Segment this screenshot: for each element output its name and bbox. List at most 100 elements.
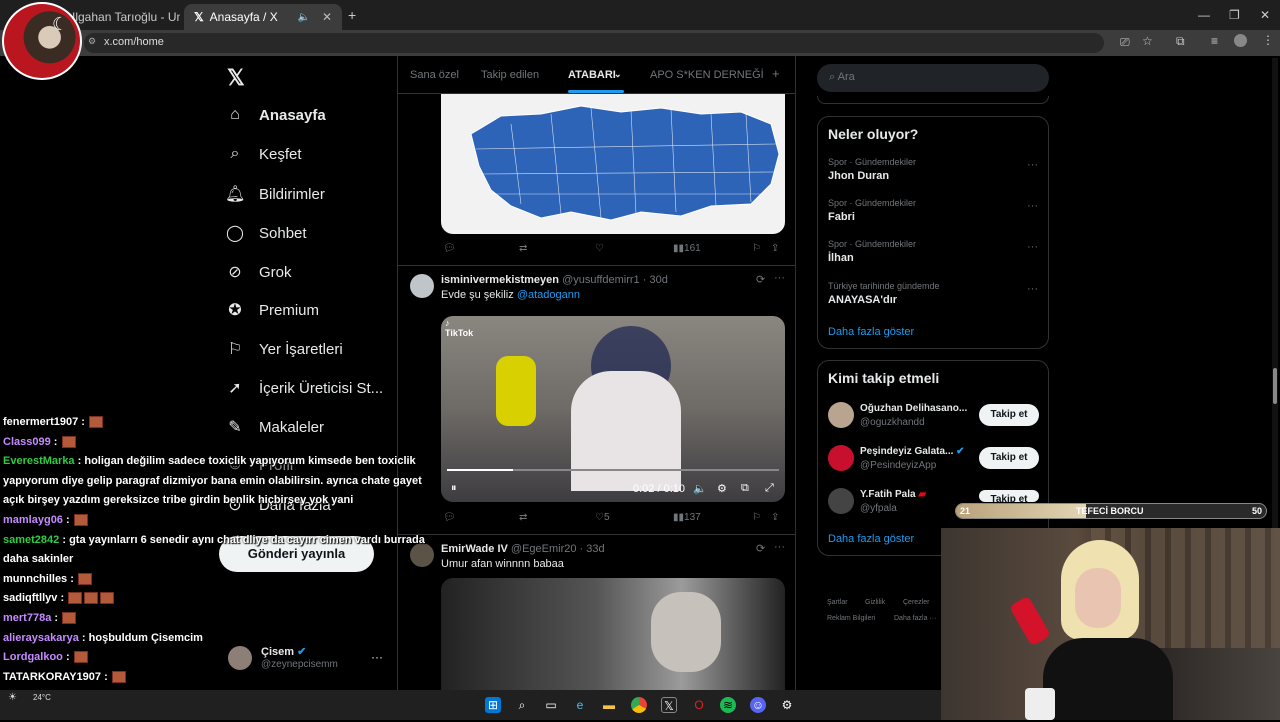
chevron-down-icon[interactable]: ⌄ [614,69,622,80]
discord-icon[interactable]: ☺ [750,697,766,713]
site-info-icon[interactable]: ⚙ [88,36,96,47]
profile-avatar-icon[interactable] [1234,34,1247,47]
follow-name[interactable]: Oğuzhan Delihasano... [860,403,967,414]
settings-icon[interactable]: ⚙ [717,482,727,495]
show-more-link[interactable]: Daha fazla göster [828,326,914,338]
like-icon[interactable]: ♡ 5 [595,512,610,523]
grok-icon[interactable]: ⟳ [756,542,765,555]
footer-ads[interactable]: Reklam Bilgileri [827,615,875,622]
nav-grok[interactable]: ⊘ Grok [225,262,291,282]
fullscreen-icon[interactable]: ⤢ [765,482,774,495]
browser-tab-x[interactable]: 𝕏 Anasayfa / X 🔈 ✕ [184,4,342,30]
chat-username[interactable]: alieraysakarya [3,632,79,644]
nav-explore[interactable]: ⌕ Keşfet [225,145,302,163]
chat-username[interactable]: samet2842 [3,534,59,546]
nav-home[interactable]: ⌂ Anasayfa [225,106,326,124]
tab-for-you[interactable]: Sana özel [410,69,459,81]
more-icon[interactable]: ··· [774,541,785,553]
mention-link[interactable]: @atadogann [517,289,580,301]
bookmark-icon[interactable]: ⚐ [752,512,761,523]
edge-icon[interactable]: e [572,697,588,713]
tab-atabari[interactable]: ATABARI [568,69,616,81]
chat-username[interactable]: fenermert1907 [3,416,78,428]
reply-icon[interactable]: 💬︎ [443,512,456,523]
start-icon[interactable]: ⊞ [485,697,501,713]
chat-username[interactable]: EverestMarka [3,455,75,467]
avatar[interactable] [828,445,854,471]
star-icon[interactable]: ☆ [1142,34,1153,48]
post-author[interactable]: EmirWade IV @EgeEmir20 · 33d [441,543,605,555]
avatar[interactable] [828,488,854,514]
footer-more[interactable]: Daha fazla ··· [894,615,936,622]
chat-username[interactable]: munnchilles [3,573,67,585]
chat-username[interactable]: sadiqftllyv [3,592,57,604]
views-icon[interactable]: ▮▮ 161 [673,243,701,254]
chat-username[interactable]: TATARKORAY1907 [3,671,101,683]
footer-cookies[interactable]: Çerezler [903,599,929,606]
spotify-icon[interactable]: ≋ [720,697,736,713]
video-progress-track[interactable] [447,469,779,471]
video-thumbnail[interactable] [441,578,785,696]
minimize-icon[interactable]: — [1198,8,1210,22]
more-icon[interactable]: ··· [774,272,785,284]
chat-username[interactable]: mert778a [3,612,51,624]
nav-articles[interactable]: ✎ Makaleler [225,417,324,437]
grok-icon[interactable]: ⟳ [756,273,765,286]
browser-tab-youtube[interactable]: Ilgahan Tarıoğlu - Unutm ✕ [62,4,180,30]
window-close-icon[interactable]: ✕ [1260,8,1270,22]
more-icon[interactable]: ··· [1027,283,1038,295]
x-logo-icon[interactable]: 𝕏 [227,65,245,91]
menu-icon[interactable]: ⋮ [1262,33,1274,47]
retweet-icon[interactable]: ⇄ [519,243,527,254]
follow-name-row[interactable]: Y.Fatih Pala ▰ [860,489,926,500]
views-icon[interactable]: ▮▮ 137 [673,512,701,523]
chat-username[interactable]: Lordgalkoo [3,651,63,663]
pip-icon[interactable]: ⧉ [741,482,749,495]
show-more-link[interactable]: Daha fazla göster [828,533,914,545]
footer-privacy[interactable]: Gizlilik [865,599,885,606]
avatar[interactable] [228,646,252,670]
pause-icon[interactable]: ⏸ [451,482,457,495]
speaker-icon[interactable]: 🔈 [297,12,309,23]
nav-premium[interactable]: ✪ Premium [225,300,319,320]
close-icon[interactable]: ✕ [322,10,332,24]
scrollbar-thumb[interactable] [1273,368,1277,404]
follow-name-row[interactable]: Peşindeyiz Galata... ✔ [860,446,965,457]
reply-icon[interactable]: 💬︎ [443,243,456,254]
weather-icon[interactable]: ☀ [8,692,17,703]
post-author[interactable]: isminivermekistmeyen @yusuffdemirr1 · 30… [441,274,668,286]
playlist-icon[interactable]: ≡ [1211,34,1218,48]
cast-icon[interactable]: ⎚ [1120,35,1130,50]
trend-item[interactable]: Fabri [828,211,855,223]
share-icon[interactable]: ⇪ [771,512,779,523]
chrome-icon[interactable] [631,697,647,713]
trend-item[interactable]: İlhan [828,252,854,264]
file-explorer-icon[interactable]: ▬ [601,697,617,713]
add-tab-icon[interactable]: + [772,66,780,81]
x-app-icon[interactable]: 𝕏 [661,697,677,713]
tab-following[interactable]: Takip edilen [481,69,539,81]
bookmark-icon[interactable]: ⚐ [752,243,761,254]
opera-icon[interactable]: O [691,697,707,713]
chat-username[interactable]: mamlayg06 [3,514,63,526]
trend-item[interactable]: ANAYASA'dır [828,294,897,306]
chat-username[interactable]: Class099 [3,436,51,448]
avatar[interactable] [410,543,434,567]
more-icon[interactable]: ··· [1027,200,1038,212]
video-player[interactable]: ♪ TikTok ⏸ 0:02 / 0:10 🔈 ⚙ ⧉ ⤢ [441,316,785,502]
url-field[interactable]: ⚙ x.com/home [84,33,1104,53]
more-icon[interactable]: ··· [1027,159,1038,171]
maximize-icon[interactable]: ❐ [1229,8,1240,22]
volume-icon[interactable]: 🔈 [693,482,707,495]
avatar[interactable] [410,274,434,298]
nav-bookmarks[interactable]: ⚐ Yer İşaretleri [225,339,343,359]
avatar[interactable] [828,402,854,428]
retweet-icon[interactable]: ⇄ [519,512,527,523]
share-icon[interactable]: ⇪ [771,243,779,254]
follow-button[interactable]: Takip et [979,490,1039,502]
like-icon[interactable]: ♡ [595,243,604,254]
new-tab-icon[interactable]: + [348,7,356,23]
more-icon[interactable]: ··· [1027,241,1038,253]
trend-item[interactable]: Jhon Duran [828,170,889,182]
follow-button[interactable]: Takip et [979,404,1039,426]
